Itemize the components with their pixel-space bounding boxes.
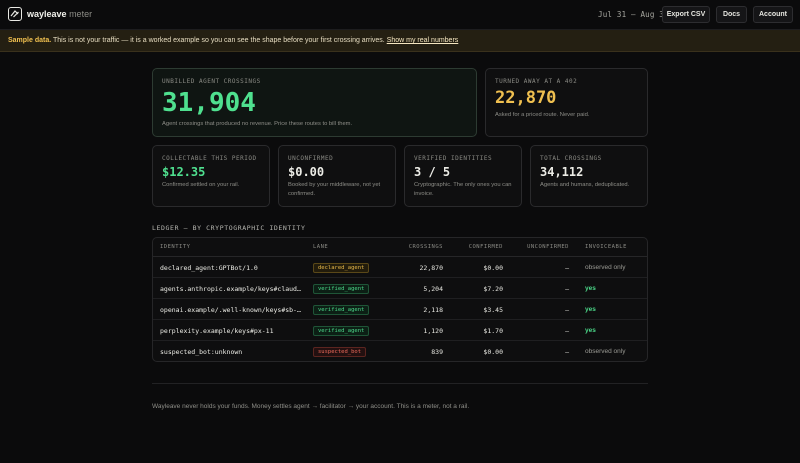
brand-name: wayleave meter [27,9,92,20]
row-confirmed: $3.45 [483,306,503,314]
row-crossings: 5,204 [423,285,443,293]
footer-divider [152,383,648,384]
col-identity: IDENTITY [160,244,191,250]
row-unconfirmed: — [565,327,569,335]
lane-badge: declared_agent [313,262,370,273]
row-invoiceable: yes [585,285,596,292]
total-crossings-description: Agents and humans, deduplicated. [540,182,630,188]
col-confirmed: CONFIRMED [468,244,503,250]
total-crossings-value: 34,112 [540,165,584,179]
row-identity: declared_agent:GPTBot/1.0 [160,264,258,272]
unconfirmed-description: Booked by your middleware, not yet confi… [288,182,381,197]
table-row[interactable]: suspected_bot:unknown suspected_bot 839 … [153,341,647,361]
col-lane: LANE [313,244,329,250]
collectable-card: COLLECTABLE THIS PERIOD $12.35 Confirmed… [152,145,270,207]
row-confirmed: $0.00 [483,348,503,356]
row-confirmed: $1.70 [483,327,503,335]
lane-badge: verified_agent [313,283,370,294]
unconfirmed-value: $0.00 [288,165,325,179]
verified-identities-label: VERIFIED IDENTITIES [414,155,493,162]
total-crossings-label: TOTAL CROSSINGS [540,155,602,162]
lane-badge: verified_agent [313,325,370,336]
row-invoiceable: observed only [585,348,626,355]
unbilled-crossings-description: Agent crossings that produced no revenue… [162,121,353,127]
unbilled-crossings-card: UNBILLED AGENT CROSSINGS 31,904 Agent cr… [152,68,477,137]
row-identity: perplexity.example/keys#px-11 [160,327,274,335]
ledger-title: LEDGER — BY CRYPTOGRAPHIC IDENTITY [152,224,306,232]
table-row[interactable]: declared_agent:GPTBot/1.0 declared_agent… [153,257,647,278]
verified-identities-description: Cryptographic. The only ones you can inv… [414,182,512,197]
table-row[interactable]: openai.example/.well-known/keys#sb-2… ve… [153,299,647,320]
sample-data-banner: Sample data. This is not your traffic — … [0,30,800,52]
row-unconfirmed: — [565,285,569,293]
export-csv-button[interactable]: Export CSV [662,6,710,23]
row-crossings: 2,118 [423,306,443,314]
footer-note: Wayleave never holds your funds. Money s… [152,403,470,410]
brand-wordmark: wayleave [27,9,67,19]
collectable-description: Confirmed settled on your rail. [162,182,240,188]
ledger-table: IDENTITY LANE CROSSINGS CONFIRMED UNCONF… [152,237,648,362]
unconfirmed-card: UNCONFIRMED $0.00 Booked by your middlew… [278,145,396,207]
banner-strong: Sample data. [8,37,52,44]
turned-away-description: Asked for a priced route. Never paid. [495,112,590,118]
turned-away-card: TURNED AWAY AT A 402 22,870 Asked for a … [485,68,648,137]
row-identity: agents.anthropic.example/keys#claude… [160,285,303,293]
verified-identities-card: VERIFIED IDENTITIES 3 / 5 Cryptographic.… [404,145,522,207]
account-button[interactable]: Account [753,6,793,23]
lane-badge: suspected_bot [313,346,367,357]
verified-identities-value: 3 / 5 [414,165,451,179]
turned-away-label: TURNED AWAY AT A 402 [495,78,578,85]
unbilled-crossings-value: 31,904 [162,88,256,118]
ledger-header: IDENTITY LANE CROSSINGS CONFIRMED UNCONF… [153,238,647,257]
turned-away-value: 22,870 [495,88,557,108]
top-bar: wayleave meter Jul 31 — Aug 31 Export CS… [0,0,800,30]
collectable-label: COLLECTABLE THIS PERIOD [162,155,257,162]
row-unconfirmed: — [565,306,569,314]
table-row[interactable]: agents.anthropic.example/keys#claude… ve… [153,278,647,299]
banner-text: This is not your traffic — it is a worke… [51,37,387,44]
row-crossings: 839 [431,348,443,356]
row-crossings: 1,120 [423,327,443,335]
collectable-value: $12.35 [162,165,206,179]
show-real-numbers-link[interactable]: Show my real numbers [387,37,459,44]
table-row[interactable]: perplexity.example/keys#px-11 verified_a… [153,320,647,341]
unconfirmed-label: UNCONFIRMED [288,155,334,162]
row-unconfirmed: — [565,348,569,356]
row-identity: openai.example/.well-known/keys#sb-2… [160,306,303,314]
total-crossings-card: TOTAL CROSSINGS 34,112 Agents and humans… [530,145,648,207]
col-invoiceable: INVOICEABLE [585,244,627,250]
col-unconfirmed: UNCONFIRMED [527,244,569,250]
row-invoiceable: observed only [585,264,626,271]
row-invoiceable: yes [585,327,596,334]
row-confirmed: $0.00 [483,264,503,272]
wayleave-logo-icon[interactable] [8,7,22,21]
col-crossings: CROSSINGS [408,244,443,250]
date-range-picker[interactable]: Jul 31 — Aug 31 [598,10,669,19]
row-identity: suspected_bot:unknown [160,348,243,356]
row-crossings: 22,870 [419,264,443,272]
brand-suffix: meter [69,9,93,19]
row-invoiceable: yes [585,306,596,313]
unbilled-crossings-label: UNBILLED AGENT CROSSINGS [162,78,261,85]
docs-button[interactable]: Docs [716,6,747,23]
row-unconfirmed: — [565,264,569,272]
lane-badge: verified_agent [313,304,370,315]
row-confirmed: $7.20 [483,285,503,293]
